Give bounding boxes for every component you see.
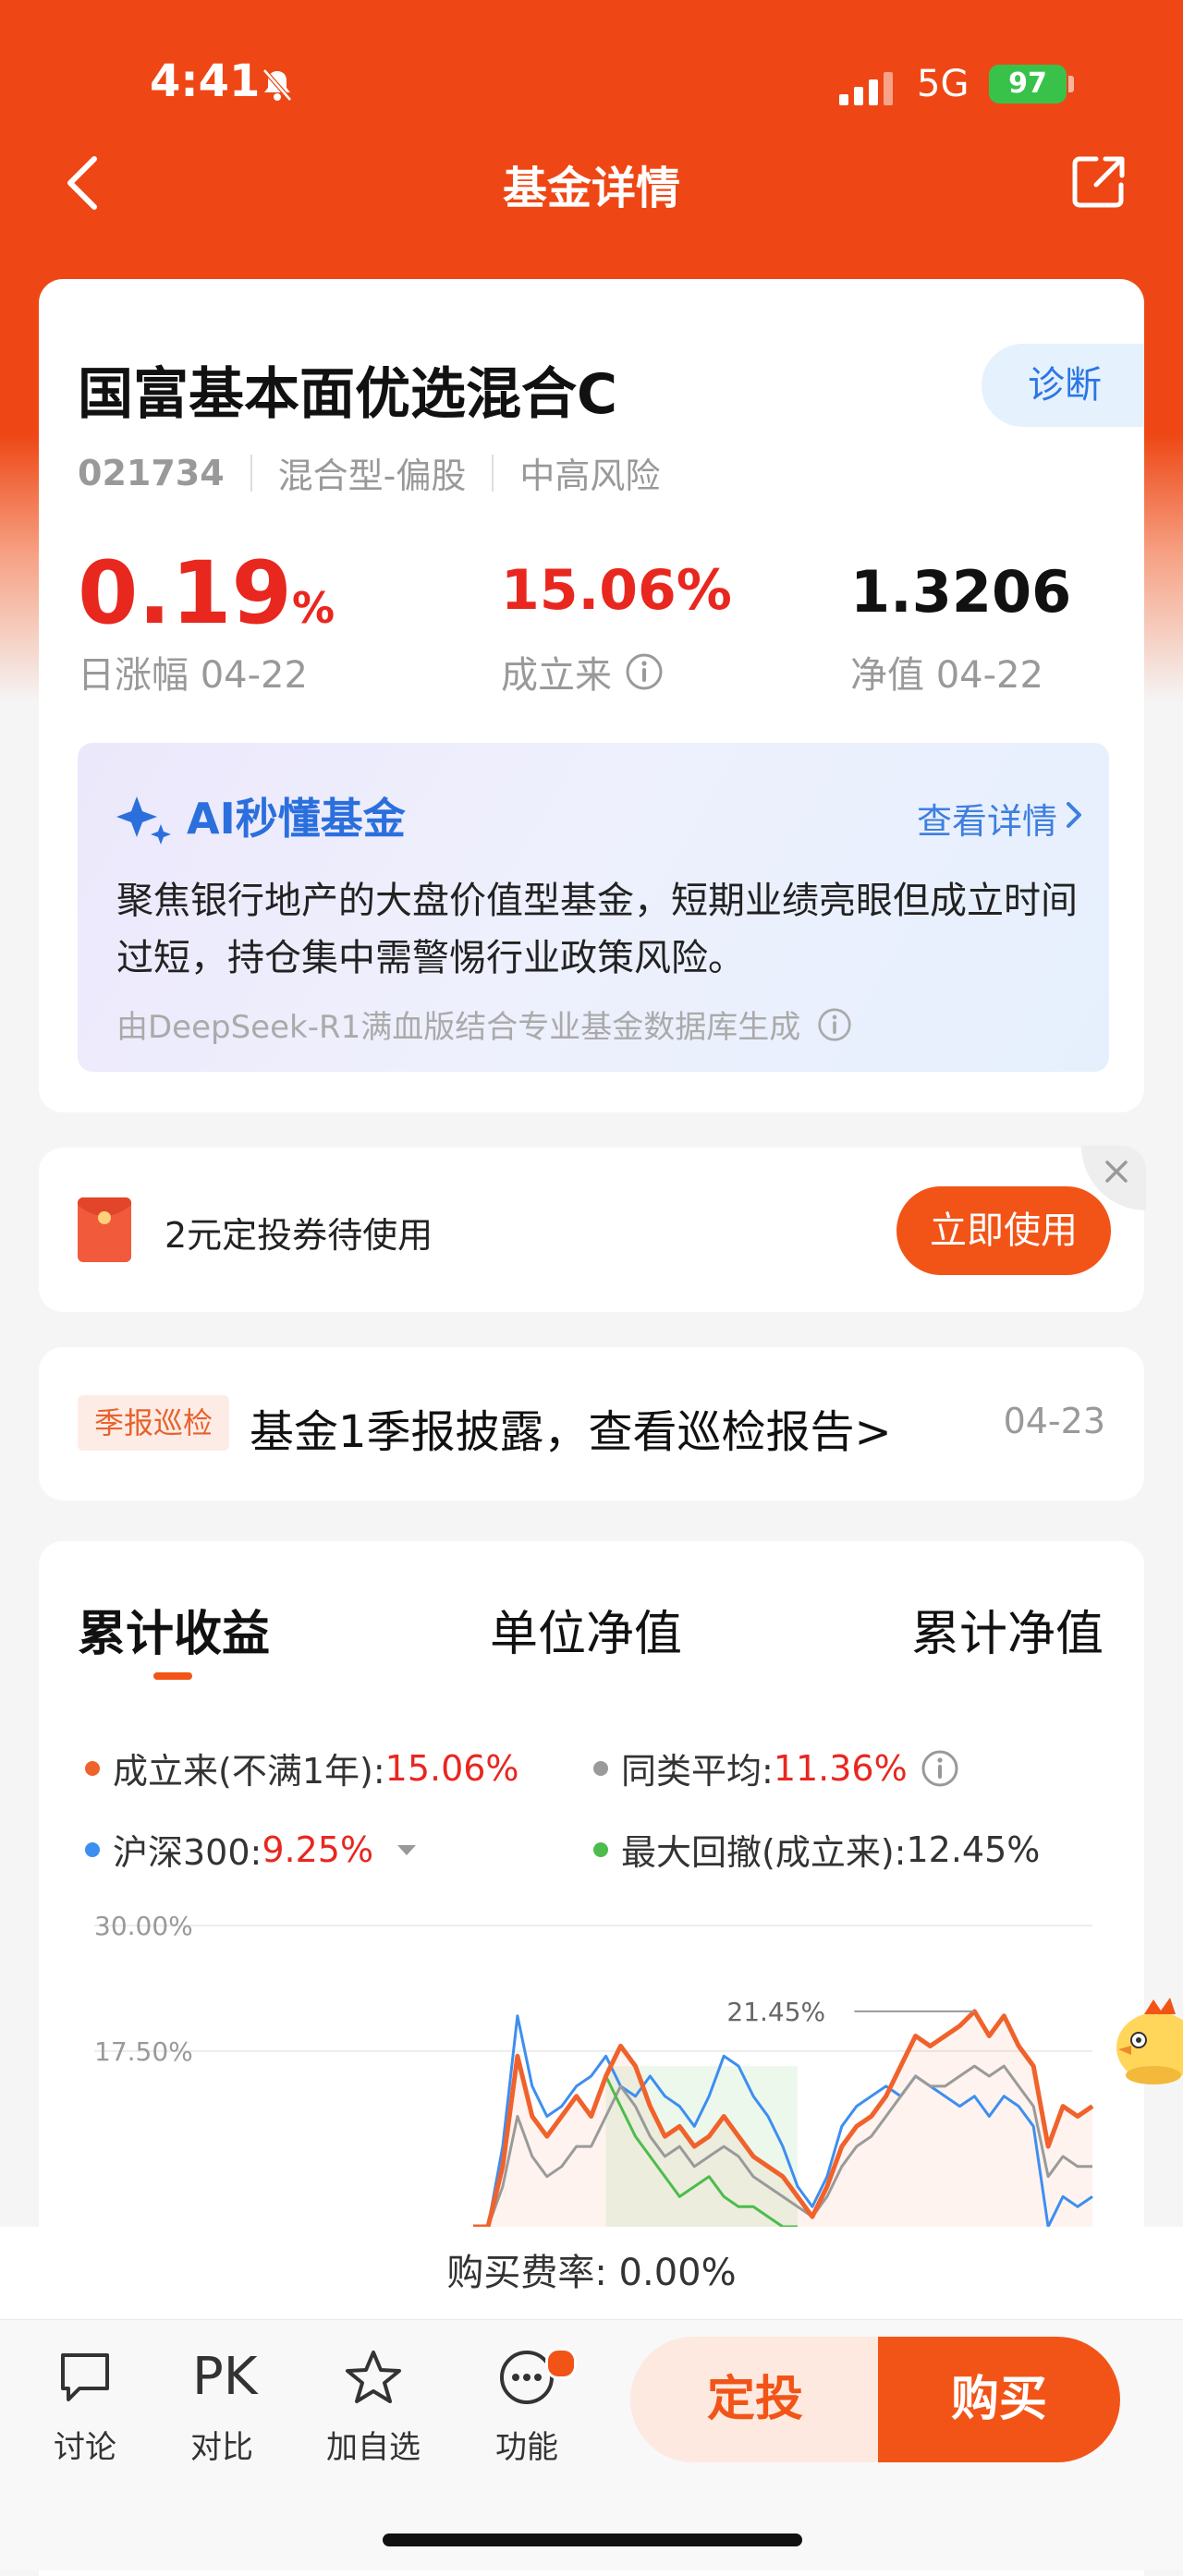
nav-value: 1.3206 <box>850 558 1072 626</box>
ai-summary-box[interactable]: AI秒懂基金 查看详情 聚焦银行地产的大盘价值型基金，短期业绩亮眼但成立时间过短… <box>78 743 1109 1072</box>
discuss-button[interactable]: 讨论 <box>30 2348 140 2467</box>
daily-change-label: 日涨幅 04-22 <box>78 654 308 697</box>
sip-button[interactable]: 定投 <box>630 2337 880 2462</box>
share-icon[interactable] <box>1070 153 1128 211</box>
y-tick-label: 17.50% <box>94 2036 193 2067</box>
drawdown-region <box>605 2066 798 2227</box>
daily-change: 0.19% <box>78 543 335 644</box>
battery-indicator: 97 <box>989 65 1067 103</box>
report-text[interactable]: 基金1季报披露，查看巡检报告> <box>250 1395 892 1460</box>
since-inception-value: 15.06% <box>501 558 732 623</box>
star-icon <box>346 2351 401 2403</box>
y-tick-label: 30.00% <box>94 1911 193 1941</box>
report-notice-card[interactable]: 季报巡检 基金1季报披露，查看巡检报告> 04-23 <box>39 1347 1144 1501</box>
info-icon[interactable] <box>817 1007 852 1042</box>
compare-label: 对比 <box>190 2429 253 2466</box>
sparkle-icon <box>116 796 171 844</box>
use-coupon-button[interactable]: 立即使用 <box>896 1186 1111 1275</box>
since-inception: 15.06% <box>501 558 732 623</box>
fund-meta: 021734 混合型-偏股 中高风险 <box>78 447 660 498</box>
ai-detail-link[interactable]: 查看详情 <box>917 793 1057 844</box>
fund-name: 国富基本面优选混合C <box>78 362 618 427</box>
peak-label: 21.45% <box>726 1997 825 2027</box>
ai-footer-text: 由DeepSeek-R1满血版结合专业基金数据库生成 <box>116 1009 801 1046</box>
since-inception-label: 成立来 <box>501 654 612 697</box>
add-watchlist-label: 加自选 <box>326 2429 421 2466</box>
since-inception-label-row: 成立来 <box>501 645 664 699</box>
red-envelope-icon <box>78 1197 131 1262</box>
status-time: 4:41 <box>150 55 261 107</box>
home-indicator <box>383 2533 802 2546</box>
add-watchlist-button[interactable]: 加自选 <box>318 2348 429 2467</box>
nav-label: 净值 04-22 <box>850 654 1043 697</box>
network-label: 5G <box>917 63 970 105</box>
report-tag: 季报巡检 <box>78 1395 229 1451</box>
daily-change-value: 0.19 <box>78 543 292 644</box>
divider <box>492 454 494 492</box>
assistant-mascot-icon[interactable] <box>1107 1983 1183 2103</box>
report-date: 04-23 <box>1003 1401 1105 1441</box>
fund-type: 混合型-偏股 <box>277 456 467 496</box>
discuss-label: 讨论 <box>54 2429 116 2466</box>
coupon-card: 2元定投券待使用 立即使用 <box>39 1148 1144 1312</box>
buy-button[interactable]: 购买 <box>878 2337 1120 2462</box>
functions-label: 功能 <box>495 2429 558 2466</box>
daily-change-unit: % <box>291 583 335 633</box>
coupon-text: 2元定投券待使用 <box>165 1215 433 1256</box>
ai-footer: 由DeepSeek-R1满血版结合专业基金数据库生成 <box>116 1002 852 1047</box>
ai-title: AI秒懂基金 <box>187 794 406 844</box>
pk-icon: PK <box>192 2347 258 2407</box>
signal-icon <box>839 72 893 105</box>
fund-code: 021734 <box>78 452 225 493</box>
close-icon <box>1105 1160 1128 1183</box>
purchase-fee-text: 购买费率: 0.00% <box>446 2252 737 2294</box>
chat-bubble-icon <box>61 2353 109 2401</box>
compare-button[interactable]: PK 对比 <box>166 2348 277 2467</box>
page-title: 基金详情 <box>502 163 680 214</box>
divider <box>250 454 252 492</box>
nav: 1.3206 <box>850 558 1071 626</box>
bell-muted-icon <box>262 68 292 102</box>
functions-button[interactable]: 功能 <box>471 2348 582 2467</box>
battery-tip <box>1068 76 1074 92</box>
fund-summary-card: 国富基本面优选混合C 诊断 021734 混合型-偏股 中高风险 0.19% 1… <box>39 279 1144 1112</box>
fund-risk: 中高风险 <box>519 456 661 496</box>
diagnose-button[interactable]: 诊断 <box>982 344 1144 427</box>
chevron-right-icon <box>1067 802 1081 828</box>
ai-summary-text: 聚焦银行地产的大盘价值型基金，短期业绩亮眼但成立时间过短，持仓集中需警惕行业政策… <box>116 880 1078 979</box>
notification-dot <box>545 2348 577 2379</box>
info-icon[interactable] <box>625 652 664 691</box>
purchase-fee-bar: 购买费率: 0.00% <box>0 2227 1183 2319</box>
